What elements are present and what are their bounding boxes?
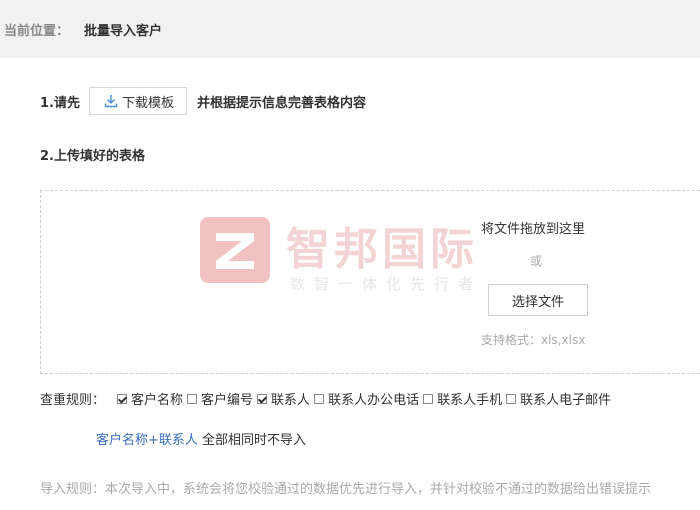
watermark-slogan: 数智一体化先行者 [290,275,483,293]
dedup-option-customer-name[interactable]: 客户名称 [117,389,183,408]
dedup-summary-fields: 客户名称+联系人 [96,433,198,448]
dedup-summary: 客户名称+联系人 全部相同时不导入 [96,429,306,448]
download-template-label: 下载模板 [121,95,174,111]
dedup-option-label: 客户名称 [131,393,184,408]
step-1: 1.请先 下载模板 并根据提示信息完善表格内容 [40,86,366,116]
dedup-option-label: 联系人办公电话 [328,393,420,408]
step-2-label: 2.上传填好的表格 [40,149,145,164]
dedup-option-label: 联系人 [271,393,311,408]
dedup-option-contact-office-phone[interactable]: 联系人办公电话 [314,389,419,408]
supported-formats: 支持格式：xls,xlsx [481,333,586,347]
download-icon [104,95,118,108]
checkbox-unchecked[interactable] [187,393,198,404]
checkbox-checked[interactable] [257,393,268,404]
step-1-suffix: 并根据提示信息完善表格内容 [197,95,367,111]
breadcrumb-current: 批量导入客户 [84,24,163,39]
dropzone-or-text: 或 [530,254,543,268]
checkbox-unchecked[interactable] [314,393,325,404]
dedup-rules: 查重规则： 客户名称 客户编号 联系人 联系人办公电话 联系人手机 联系人电子邮… [40,389,615,408]
dedup-option-label: 客户编号 [201,393,254,408]
dedup-label: 查重规则： [40,393,106,408]
dedup-option-label: 联系人电子邮件 [520,393,612,408]
checkbox-unchecked[interactable] [506,393,517,404]
watermark-logo-icon [200,217,270,283]
breadcrumb-bar: 当前位置： 批量导入客户 [0,0,700,58]
watermark-name: 智邦国际 [286,224,478,275]
breadcrumb-label: 当前位置： [4,24,70,39]
dedup-option-contact[interactable]: 联系人 [257,389,310,408]
dedup-option-contact-email[interactable]: 联系人电子邮件 [506,389,611,408]
dedup-option-label: 联系人手机 [437,393,503,408]
dedup-summary-text: 全部相同时不导入 [197,433,307,448]
checkbox-unchecked[interactable] [423,393,434,404]
step-1-prefix: 1.请先 [40,95,80,111]
checkbox-checked[interactable] [117,393,128,404]
dedup-option-contact-mobile[interactable]: 联系人手机 [423,389,502,408]
brand-watermark: 智邦国际 数智一体化先行者 [200,217,520,297]
dedup-option-customer-code[interactable]: 客户编号 [187,389,253,408]
download-template-button[interactable]: 下载模板 [88,87,187,115]
import-rule-note: 导入规则：本次导入中，系统会将您校验通过的数据优先进行导入，并针对校验不通过的数… [40,482,652,497]
